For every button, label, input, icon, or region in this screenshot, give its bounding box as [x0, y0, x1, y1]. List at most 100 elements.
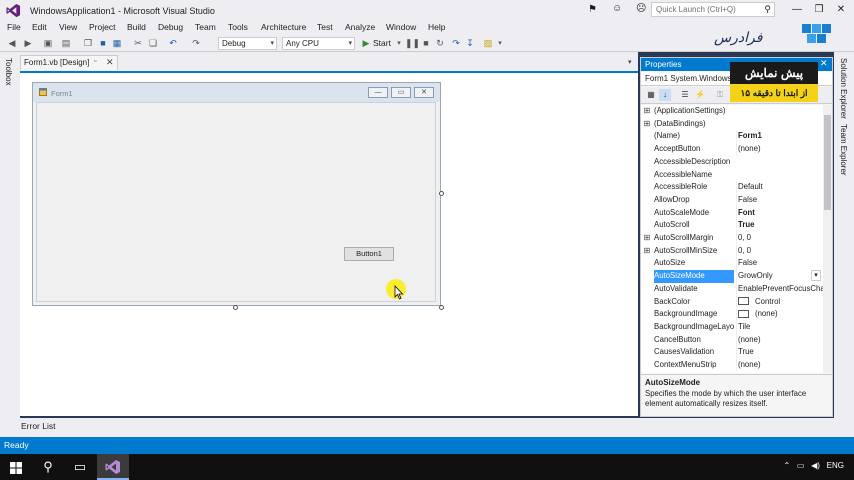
property-row[interactable]: AccessibleDescription [641, 156, 823, 169]
menu-project[interactable]: Project [89, 22, 115, 32]
property-value[interactable]: (none) [736, 359, 823, 372]
menu-tools[interactable]: Tools [228, 22, 248, 32]
step-into-icon[interactable]: ↧ [464, 38, 476, 49]
properties-icon[interactable]: ☰ [679, 89, 691, 101]
step-over-icon[interactable]: ↷ [450, 38, 462, 49]
alphabetical-icon[interactable]: ↓ [659, 89, 671, 101]
network-icon[interactable]: ▭ [797, 461, 805, 470]
chevron-down-icon[interactable]: ▾ [811, 270, 821, 282]
break-all-icon[interactable]: ❚❚ [405, 38, 420, 49]
minimize-button[interactable]: — [786, 1, 808, 19]
property-row[interactable]: AccessibleRole Default [641, 181, 823, 194]
taskbar-visual-studio-icon[interactable] [97, 454, 129, 480]
close-icon[interactable]: ✕ [106, 57, 114, 68]
property-row[interactable]: CausesValidation True [641, 346, 823, 359]
menu-debug[interactable]: Debug [158, 22, 183, 32]
property-row[interactable]: AutoScaleMode Font [641, 206, 823, 220]
save-all-icon[interactable]: ▦ [111, 38, 123, 49]
toolbox-tab[interactable]: Toolbox [4, 58, 13, 86]
tray-chevron-icon[interactable]: ⌃ [784, 461, 791, 470]
expand-icon[interactable]: ⊞ [643, 105, 651, 118]
menu-test[interactable]: Test [317, 22, 333, 32]
pin-icon[interactable]: ▫ [94, 58, 96, 65]
property-value[interactable]: True [736, 219, 823, 232]
start-button[interactable]: Start [373, 38, 391, 48]
menu-file[interactable]: File [7, 22, 21, 32]
property-row[interactable]: ContextMenuStrip (none) [641, 359, 823, 372]
close-icon[interactable]: ✕ [820, 58, 828, 69]
resize-handle-bottom[interactable] [233, 305, 238, 310]
property-row[interactable]: ⊞ AutoScrollMinSize 0, 0 [641, 244, 823, 258]
notifications-flag-icon[interactable]: ⚑ [588, 4, 597, 15]
new-project-icon[interactable]: ▣ [42, 38, 54, 49]
property-row[interactable]: ⊞ (DataBindings) [641, 118, 823, 131]
expand-icon[interactable]: ⊞ [643, 118, 651, 131]
configuration-select[interactable]: Debug ▾ [218, 37, 277, 50]
navigate-back-icon[interactable]: ◀ [6, 38, 18, 49]
property-grid[interactable]: ⊞ (ApplicationSettings) ⊞ (DataBindings) (Na… [641, 105, 823, 373]
quick-launch-input[interactable]: Quick Launch (Ctrl+Q) ⚲ [651, 2, 775, 17]
task-view-icon[interactable]: ▭ [64, 454, 96, 480]
undo-icon[interactable]: ↶ [167, 38, 179, 49]
start-icon[interactable]: ▶ [360, 38, 372, 49]
cut-icon[interactable]: ✂ [132, 38, 144, 49]
close-button[interactable]: ✕ [830, 1, 852, 19]
property-value[interactable]: Form1 [736, 130, 823, 144]
property-value[interactable]: EnablePreventFocusChange [736, 282, 823, 296]
stop-icon[interactable]: ■ [420, 38, 432, 49]
property-value[interactable]: True [736, 346, 823, 359]
language-indicator[interactable]: ENG [827, 461, 844, 470]
open-folder-icon[interactable]: ❐ [82, 38, 94, 49]
platform-select[interactable]: Any CPU ▾ [282, 37, 355, 50]
property-row[interactable]: BackColor Control [641, 295, 823, 309]
error-list-tab[interactable]: Error List [21, 421, 55, 431]
property-row[interactable]: BackgroundImage (none) [641, 308, 823, 321]
property-value[interactable]: (none) [736, 333, 823, 347]
property-value[interactable]: False [736, 257, 823, 271]
property-value[interactable]: Tile [736, 320, 823, 334]
volume-icon[interactable]: ◀) [811, 461, 820, 470]
copy-icon[interactable]: ❏ [147, 38, 159, 49]
form-client-area[interactable] [36, 102, 436, 302]
start-dropdown-icon[interactable]: ▾ [393, 38, 405, 49]
search-icon[interactable]: ⚲ [32, 454, 64, 480]
menu-view[interactable]: View [59, 22, 77, 32]
solution-explorer-tab[interactable]: Solution Explorer [839, 58, 848, 119]
scrollbar-thumb[interactable] [824, 115, 831, 210]
property-row[interactable]: BackgroundImageLayout Tile [641, 320, 823, 334]
save-icon[interactable]: ■ [97, 38, 109, 49]
start-menu-icon[interactable] [0, 454, 32, 480]
property-row[interactable]: AutoScroll True [641, 219, 823, 232]
menu-analyze[interactable]: Analyze [345, 22, 375, 32]
property-row[interactable]: ⊞ AutoScrollMargin 0, 0 [641, 232, 823, 245]
menu-architecture[interactable]: Architecture [261, 22, 306, 32]
menu-team[interactable]: Team [195, 22, 216, 32]
categorized-icon[interactable]: ▦ [645, 89, 657, 101]
open-file-icon[interactable]: ▤ [60, 38, 72, 49]
send-feedback-icon[interactable]: ☹ [636, 3, 646, 14]
property-value[interactable]: Control [736, 295, 823, 309]
menu-window[interactable]: Window [386, 22, 416, 32]
property-value[interactable]: 0, 0 [736, 232, 823, 245]
document-tab[interactable]: Form1.vb [Design] [20, 55, 118, 70]
property-value[interactable]: False [736, 193, 823, 207]
menu-build[interactable]: Build [127, 22, 146, 32]
property-row[interactable]: AllowDrop False [641, 193, 823, 207]
restart-icon[interactable]: ↻ [434, 38, 446, 49]
property-row[interactable]: (Name) Form1 [641, 130, 823, 144]
tab-dropdown-icon[interactable]: ▾ [628, 58, 632, 66]
property-row[interactable]: AutoSizeMode GrowOnly ▾ [641, 270, 823, 283]
property-value[interactable]: 0, 0 [736, 244, 823, 258]
resize-handle-corner[interactable] [439, 305, 444, 310]
team-explorer-tab[interactable]: Team Explorer [839, 124, 848, 176]
property-value[interactable]: (none) [736, 143, 823, 156]
property-value[interactable]: Default [736, 181, 823, 194]
button1-control[interactable]: Button1 [344, 247, 394, 261]
property-row[interactable]: AccessibleName [641, 169, 823, 182]
redo-icon[interactable]: ↷ [190, 38, 202, 49]
resize-handle-right[interactable] [439, 191, 444, 196]
expand-icon[interactable]: ⊞ [643, 232, 651, 245]
toolbar-overflow-icon[interactable]: ▾ [494, 38, 506, 49]
property-row[interactable]: AutoValidate EnablePreventFocusChange [641, 282, 823, 296]
feedback-smiley-icon[interactable]: ☺ [612, 3, 622, 14]
